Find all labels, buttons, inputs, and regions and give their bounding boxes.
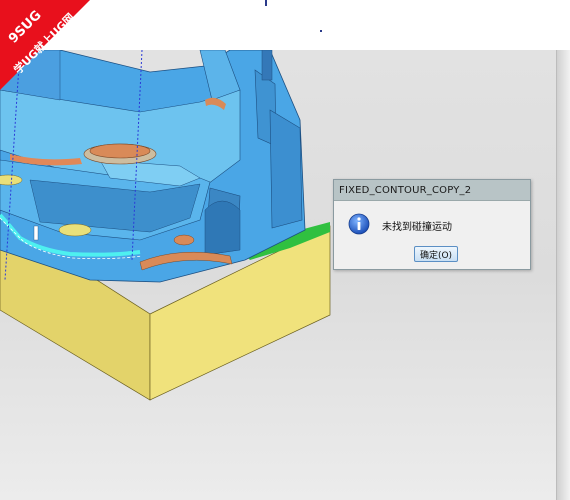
graphics-viewport[interactable] (0, 50, 556, 500)
viewport-edge (556, 50, 570, 500)
dialog-body: 未找到碰撞运动 确定(O) (334, 201, 530, 270)
site-watermark: 9SUG 学UG就上UG网 (0, 0, 90, 90)
dialog-title: FIXED_CONTOUR_COPY_2 (339, 184, 472, 196)
dialog-titlebar[interactable]: FIXED_CONTOUR_COPY_2 (334, 180, 530, 201)
stray-mark (320, 30, 322, 32)
dialog-message: 未找到碰撞运动 (382, 222, 452, 233)
message-dialog: FIXED_CONTOUR_COPY_2 未找到碰撞运动 确定(O) (333, 179, 531, 270)
ok-button[interactable]: 确定(O) (414, 246, 458, 262)
stray-mark (265, 0, 267, 6)
cad-model (0, 50, 331, 401)
info-icon (348, 213, 370, 235)
